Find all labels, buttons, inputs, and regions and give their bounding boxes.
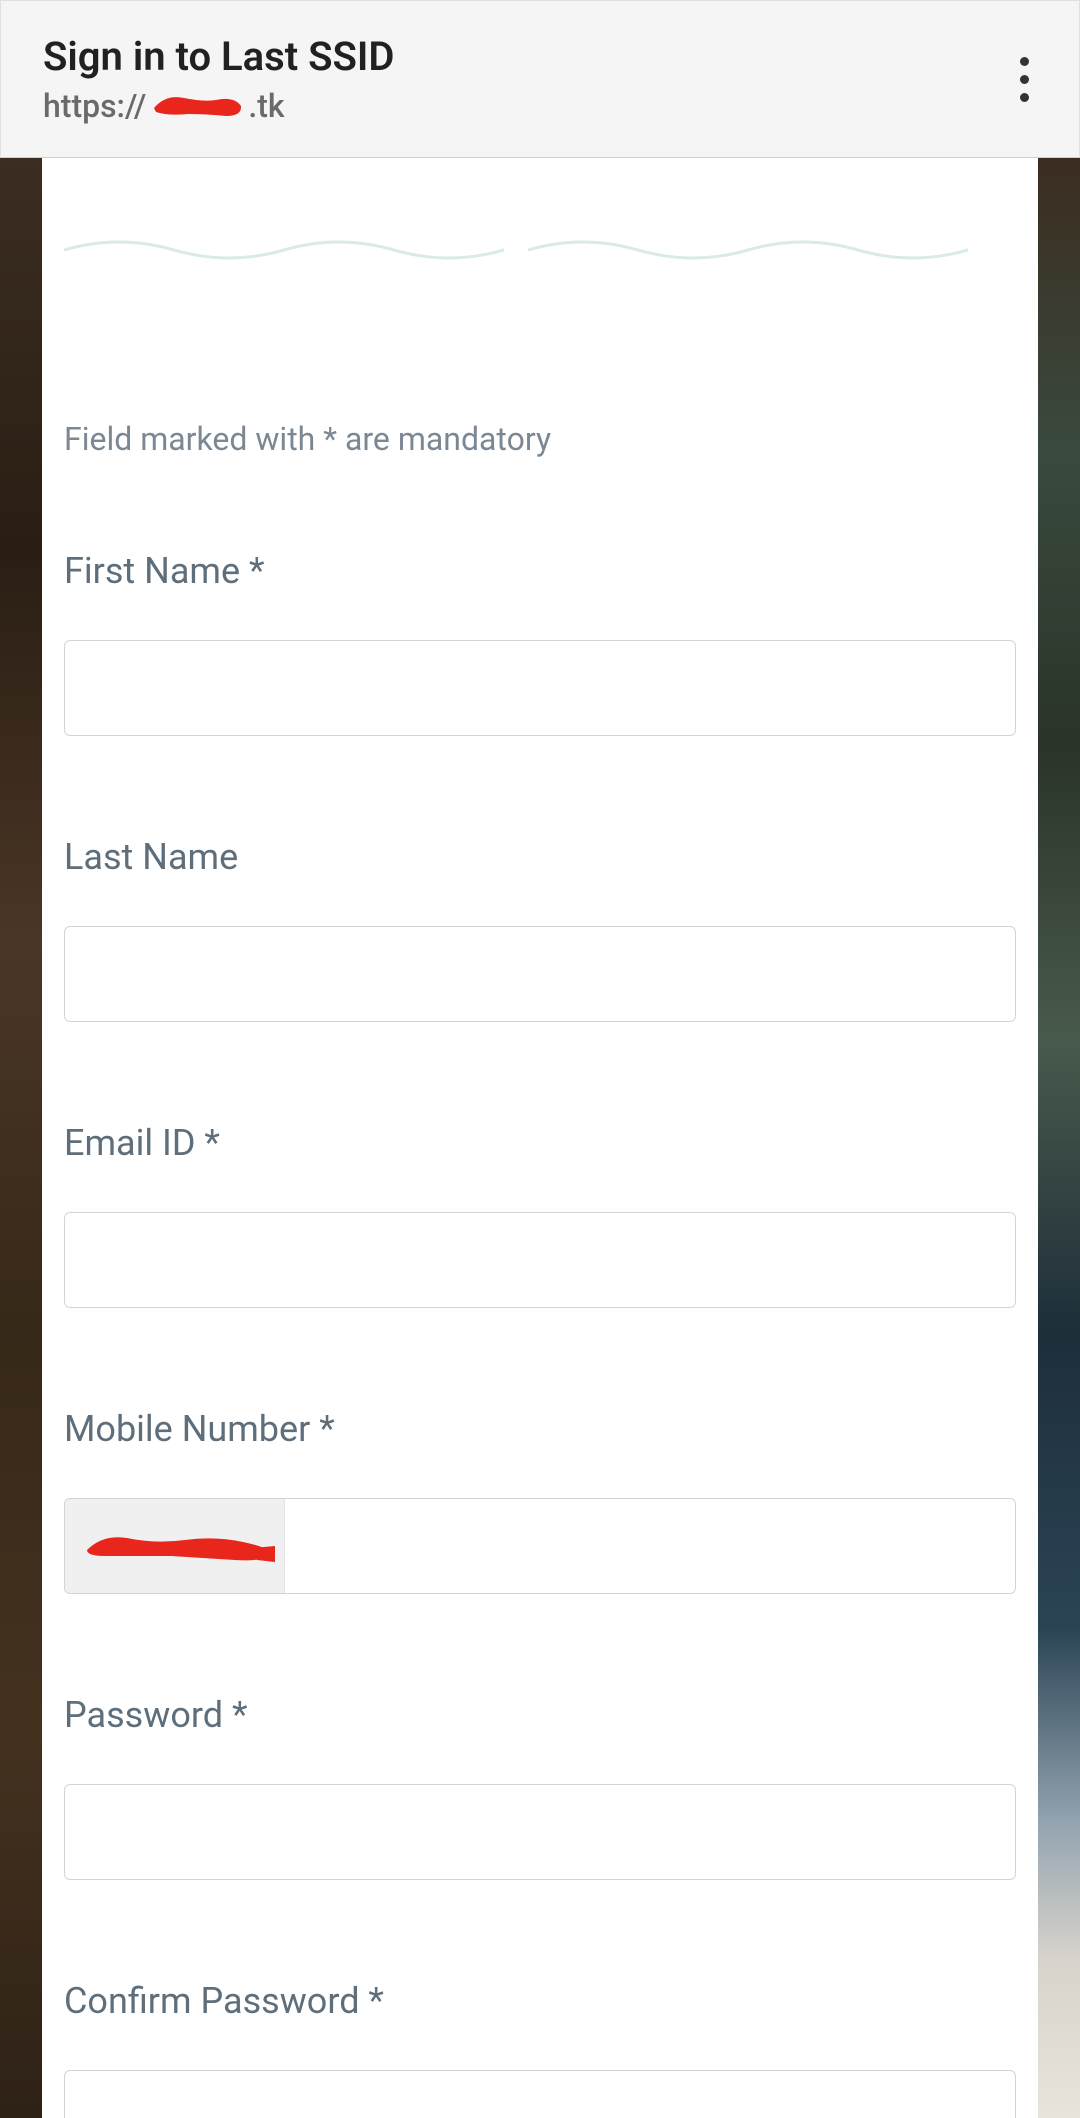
decorative-wave-divider (64, 230, 1016, 270)
mobile-label: Mobile Number * (64, 1408, 1016, 1450)
mobile-country-prefix[interactable] (65, 1499, 285, 1593)
email-field-group: Email ID * (64, 1122, 1016, 1308)
first-name-label: First Name * (64, 550, 1016, 592)
email-input[interactable] (64, 1212, 1016, 1308)
password-input[interactable] (64, 1784, 1016, 1880)
more-options-icon[interactable] (1020, 57, 1037, 102)
url-prefix: https:// (43, 87, 146, 125)
first-name-input[interactable] (64, 640, 1016, 736)
url-suffix: .tk (248, 87, 284, 125)
password-label: Password * (64, 1694, 1016, 1736)
last-name-input[interactable] (64, 926, 1016, 1022)
password-field-group: Password * (64, 1694, 1016, 1880)
confirm-password-input[interactable] (64, 2070, 1016, 2118)
last-name-field-group: Last Name (64, 836, 1016, 1022)
email-label: Email ID * (64, 1122, 1016, 1164)
browser-auth-header: Sign in to Last SSID https:// .tk (0, 0, 1080, 158)
mobile-field-group: Mobile Number * (64, 1408, 1016, 1594)
mandatory-fields-notice: Field marked with * are mandatory (64, 420, 1016, 458)
background-right (1038, 158, 1080, 2118)
first-name-field-group: First Name * (64, 550, 1016, 736)
mobile-number-input[interactable] (285, 1499, 1015, 1593)
last-name-label: Last Name (64, 836, 1016, 878)
confirm-password-field-group: Confirm Password * (64, 1980, 1016, 2118)
signup-form-card: Field marked with * are mandatory First … (42, 158, 1038, 2118)
browser-header-text: Sign in to Last SSID https:// .tk (43, 33, 394, 126)
redacted-domain (146, 86, 248, 126)
confirm-password-label: Confirm Password * (64, 1980, 1016, 2022)
auth-dialog-url: https:// .tk (43, 86, 394, 126)
auth-dialog-title: Sign in to Last SSID (43, 33, 394, 80)
background-left (0, 158, 42, 2118)
mobile-input-wrap (64, 1498, 1016, 1594)
